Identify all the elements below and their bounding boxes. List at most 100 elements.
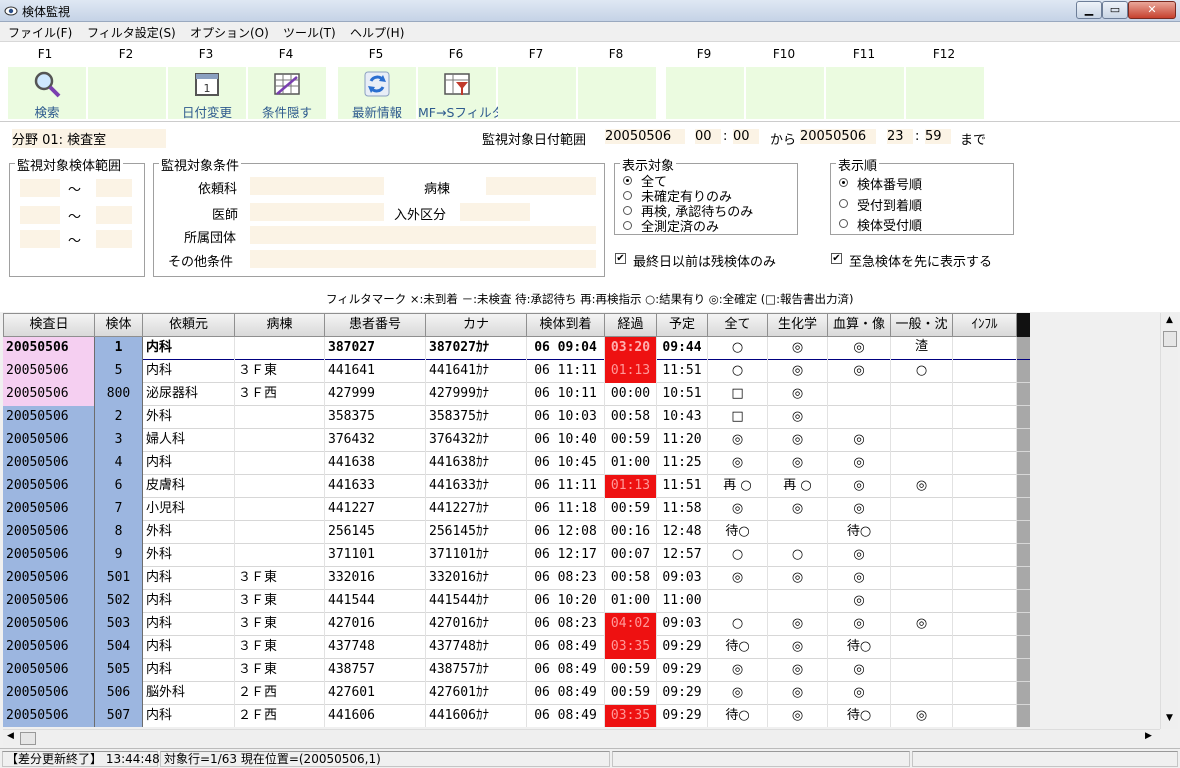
range-to-2[interactable] [96, 206, 132, 224]
horizontal-scrollbar[interactable]: ◀ ▶ [3, 729, 1160, 746]
table-row[interactable]: 20050506 502 内科 ３Ｆ東 441544 441544ｶﾅ 06 10:20 01… [3, 590, 1030, 613]
f10-button[interactable] [746, 67, 824, 119]
cell-influenza [953, 659, 1017, 682]
column-header-biochem[interactable]: 生化学 [768, 313, 828, 337]
table-row[interactable]: 20050506 1 内科 387027 387027ｶﾅ 06 09:04 03:20 09… [3, 337, 1030, 360]
scroll-left-icon[interactable]: ◀ [7, 731, 14, 741]
organization-field[interactable] [250, 226, 596, 244]
change-date-button[interactable]: 1 日付変更 [168, 67, 246, 120]
column-header-requester[interactable]: 依頼元 [143, 313, 235, 337]
cell-patient-no: 441641 [325, 360, 426, 383]
to-date-field[interactable]: 20050506 [800, 129, 876, 144]
calendar-icon: 1 [195, 73, 219, 96]
table-row[interactable]: 20050506 506 脳外科 ２Ｆ西 427601 427601ｶﾅ 06 08:49 0… [3, 682, 1030, 705]
order-arrival-radio[interactable] [839, 199, 848, 208]
cell-elapsed: 03:35 [605, 705, 657, 727]
table-row[interactable]: 20050506 8 外科 256145 256145ｶﾅ 06 12:08 00:16 12… [3, 521, 1030, 544]
table-row[interactable]: 20050506 5 内科 ３Ｆ東 441641 441641ｶﾅ 06 11:11 01:1… [3, 360, 1030, 383]
column-header-hematology[interactable]: 血算・像 [828, 313, 891, 337]
f7-button[interactable] [498, 67, 576, 119]
maximize-button[interactable]: ▭ [1102, 1, 1128, 19]
table-row[interactable]: 20050506 503 内科 ３Ｆ東 427016 427016ｶﾅ 06 08:23 04… [3, 613, 1030, 636]
f12-button[interactable] [906, 67, 984, 119]
table-row[interactable]: 20050506 504 内科 ３Ｆ東 437748 437748ｶﾅ 06 08:49 03… [3, 636, 1030, 659]
table-row[interactable]: 20050506 9 外科 371101 371101ｶﾅ 06 12:17 00:07 12… [3, 544, 1030, 567]
f11-button[interactable] [826, 67, 904, 119]
cell-biochem: ◎ [768, 613, 828, 636]
column-header-general[interactable]: 一般・沈渣 [891, 313, 953, 354]
specimen-grid[interactable]: 検査日 検体 依頼元 病棟 患者番号 カナ 検体到着 経過 予定 全て 生化学 血算・像 一般・沈渣 ｲﾝ… [3, 313, 1030, 727]
table-row[interactable]: 20050506 501 内科 ３Ｆ東 332016 332016ｶﾅ 06 08:23 00… [3, 567, 1030, 590]
scroll-right-icon[interactable]: ▶ [1145, 731, 1152, 741]
column-header-arrival[interactable]: 検体到着 [527, 313, 605, 337]
column-header-elapsed[interactable]: 経過 [605, 313, 657, 337]
cell-general: ◎ [891, 475, 953, 498]
menu-filter-settings[interactable]: フィルタ設定(S) [87, 24, 176, 41]
range-from-2[interactable] [20, 206, 60, 224]
menu-file[interactable]: ファイル(F) [8, 24, 72, 41]
doctor-field[interactable] [250, 203, 384, 221]
table-row[interactable]: 20050506 3 婦人科 376432 376432ｶﾅ 06 10:40 00:59 1… [3, 429, 1030, 452]
column-header-patient-no[interactable]: 患者番号 [325, 313, 426, 337]
other-conditions-field[interactable] [250, 250, 596, 268]
from-hour-field[interactable]: 00 [695, 129, 721, 144]
table-row[interactable]: 20050506 2 外科 358375 358375ｶﾅ 06 10:03 00:58 10… [3, 406, 1030, 429]
menu-tools[interactable]: ツール(T) [283, 24, 336, 41]
range-to-3[interactable] [96, 230, 132, 248]
minimize-button[interactable]: ▁ [1076, 1, 1102, 19]
table-row[interactable]: 20050506 505 内科 ３Ｆ東 438757 438757ｶﾅ 06 08:49 00… [3, 659, 1030, 682]
column-header-specimen[interactable]: 検体 [95, 313, 143, 337]
urgent-first-checkbox[interactable]: ✔ [831, 253, 842, 264]
vertical-scrollbar[interactable]: ▲ ▼ [1160, 313, 1178, 729]
f9-button[interactable] [666, 67, 744, 119]
f8-button[interactable] [578, 67, 656, 119]
column-header-all[interactable]: 全て [708, 313, 768, 337]
horizontal-scroll-thumb[interactable] [20, 732, 36, 745]
ward-field[interactable] [486, 177, 596, 195]
f2-button[interactable] [88, 67, 166, 119]
menu-options[interactable]: オプション(O) [190, 24, 269, 41]
column-header-influenza[interactable]: ｲﾝﾌﾙ [953, 313, 1017, 337]
column-header-kana[interactable]: カナ [426, 313, 527, 337]
hide-conditions-button[interactable]: 条件隠す [248, 67, 326, 120]
cell-influenza [953, 705, 1017, 727]
range-to-1[interactable] [96, 179, 132, 197]
inout-field[interactable] [460, 203, 530, 221]
cell-arrival: 06 11:11 [527, 475, 605, 498]
last-day-checkbox[interactable]: ✔ [615, 253, 626, 264]
table-row[interactable]: 20050506 800 泌尿器科 ３Ｆ西 427999 427999ｶﾅ 06 10:11… [3, 383, 1030, 406]
fkey-label-f2: F2 [118, 47, 134, 61]
refresh-button[interactable]: 最新情報 [338, 67, 416, 120]
scroll-down-icon[interactable]: ▼ [1166, 713, 1173, 723]
table-row[interactable]: 20050506 6 皮膚科 441633 441633ｶﾅ 06 11:11 01:13 1… [3, 475, 1030, 498]
conditions-group: 監視対象条件 依頼科 病棟 医師 入外区分 所属団体 その他条件 [153, 155, 605, 277]
from-date-field[interactable]: 20050506 [605, 129, 685, 144]
target-measured-radio[interactable] [623, 221, 632, 230]
range-from-3[interactable] [20, 230, 60, 248]
cell-requester: 内科 [143, 590, 235, 613]
column-header-scheduled[interactable]: 予定 [657, 313, 708, 337]
close-button[interactable]: ✕ [1128, 1, 1176, 19]
table-row[interactable]: 20050506 7 小児科 441227 441227ｶﾅ 06 11:18 00:59 1… [3, 498, 1030, 521]
cell-all: ◎ [708, 567, 768, 590]
target-recheck-radio[interactable] [623, 206, 632, 215]
from-minute-field[interactable]: 00 [733, 129, 759, 144]
scroll-up-icon[interactable]: ▲ [1166, 315, 1173, 325]
mf-to-s-filter-button[interactable]: MF→Sフィルタ [418, 67, 504, 120]
table-row[interactable]: 20050506 4 内科 441638 441638ｶﾅ 06 10:45 01:00 11… [3, 452, 1030, 475]
fkey-label-f4: F4 [278, 47, 294, 61]
menu-help[interactable]: ヘルプ(H) [350, 24, 404, 41]
dept-field[interactable] [250, 177, 384, 195]
target-unconfirmed-radio[interactable] [623, 191, 632, 200]
order-number-radio[interactable] [839, 178, 848, 187]
range-from-1[interactable] [20, 179, 60, 197]
to-minute-field[interactable]: 59 [925, 129, 951, 144]
column-header-date[interactable]: 検査日 [3, 313, 95, 337]
column-header-ward[interactable]: 病棟 [235, 313, 325, 337]
vertical-scroll-thumb[interactable] [1163, 331, 1177, 347]
target-all-radio[interactable] [623, 176, 632, 185]
to-hour-field[interactable]: 23 [887, 129, 913, 144]
table-row[interactable]: 20050506 507 内科 ２Ｆ西 441606 441606ｶﾅ 06 08:49 03… [3, 705, 1030, 727]
order-reception-radio[interactable] [839, 219, 848, 228]
search-button[interactable]: 検索 [8, 67, 86, 120]
